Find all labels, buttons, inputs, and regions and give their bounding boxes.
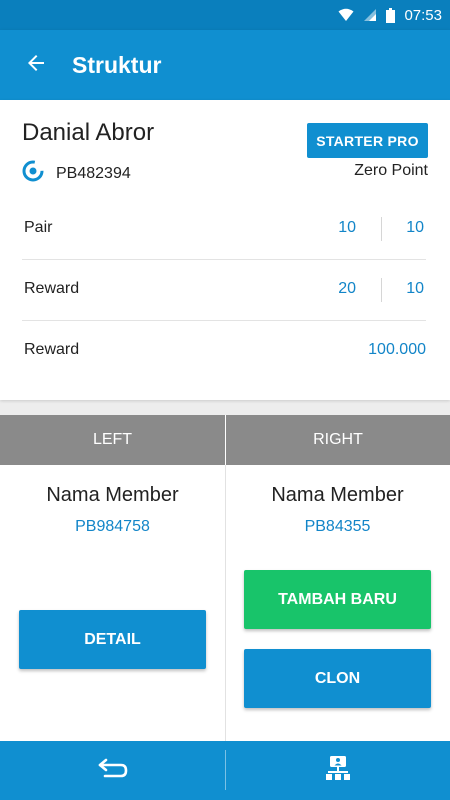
value-divider (381, 278, 382, 302)
status-time: 07:53 (404, 6, 442, 24)
stat-right-value: 10 (406, 219, 424, 236)
stat-row-reward-total: Reward 100.000 (22, 322, 426, 382)
tab-right[interactable]: RIGHT (226, 415, 450, 465)
stat-label: Pair (24, 219, 53, 236)
stat-total-value: 100.000 (368, 341, 426, 358)
add-new-button[interactable]: TAMBAH BARU (244, 570, 431, 629)
status-bar: 07:53 (0, 0, 450, 30)
page-title: Struktur (72, 51, 162, 78)
left-member-id: PB984758 (75, 518, 150, 535)
stat-left-value: 20 (338, 280, 356, 297)
tab-left[interactable]: LEFT (0, 415, 225, 465)
stat-row-pair: Pair 10 10 (22, 200, 426, 260)
back-button[interactable] (0, 30, 72, 100)
clone-button[interactable]: CLON (244, 649, 431, 708)
plan-badge-button[interactable]: STARTER PRO (307, 123, 428, 158)
member-id-row: PB482394 (22, 160, 131, 187)
stat-right-value: 10 (406, 280, 424, 297)
stat-row-reward: Reward 20 10 (22, 261, 426, 321)
stat-left-value: 10 (338, 219, 356, 236)
nav-return-button[interactable] (0, 741, 225, 800)
profile-card: Danial Abror STARTER PRO PB482394 Zero P… (0, 100, 450, 400)
stat-label: Reward (24, 341, 80, 358)
signal-icon (363, 8, 377, 22)
structure-panel: LEFT RIGHT Nama Member PB984758 DETAIL N… (0, 415, 450, 741)
value-divider (381, 217, 382, 241)
wifi-icon (338, 8, 354, 22)
app-bar: Struktur (0, 30, 450, 100)
battery-icon (386, 7, 396, 23)
detail-button[interactable]: DETAIL (19, 610, 206, 669)
right-member-id: PB84355 (304, 518, 371, 535)
nav-structure-button[interactable] (225, 741, 450, 800)
member-name: Danial Abror (22, 119, 155, 146)
target-icon (22, 160, 44, 187)
network-structure-icon (325, 755, 351, 786)
return-icon (97, 757, 129, 784)
member-id: PB482394 (56, 164, 131, 182)
right-member-name: Nama Member (271, 484, 404, 506)
stat-label: Reward (24, 280, 80, 297)
nav-divider (225, 750, 226, 790)
left-member-name: Nama Member (46, 484, 179, 506)
member-rank: Zero Point (354, 162, 428, 179)
bottom-navigation (0, 741, 450, 800)
arrow-left-icon (24, 51, 48, 80)
